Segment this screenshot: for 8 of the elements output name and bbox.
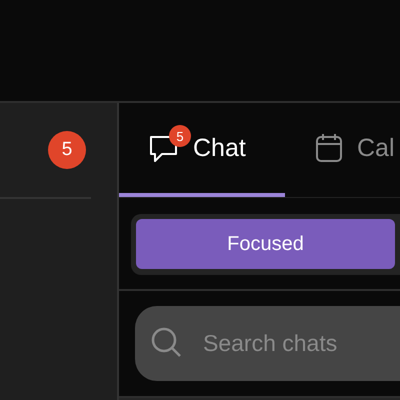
- calendar-icon: [315, 133, 343, 163]
- notification-badge: 5: [169, 125, 191, 147]
- tab[interactable]: Cal: [285, 103, 400, 197]
- tab[interactable]: 5 Chat: [119, 103, 285, 197]
- notification-badge: 5: [48, 131, 86, 169]
- focused-filter-button[interactable]: Focused: [136, 219, 395, 269]
- search-field[interactable]: Search chats: [135, 306, 400, 381]
- chat-icon: [149, 133, 179, 163]
